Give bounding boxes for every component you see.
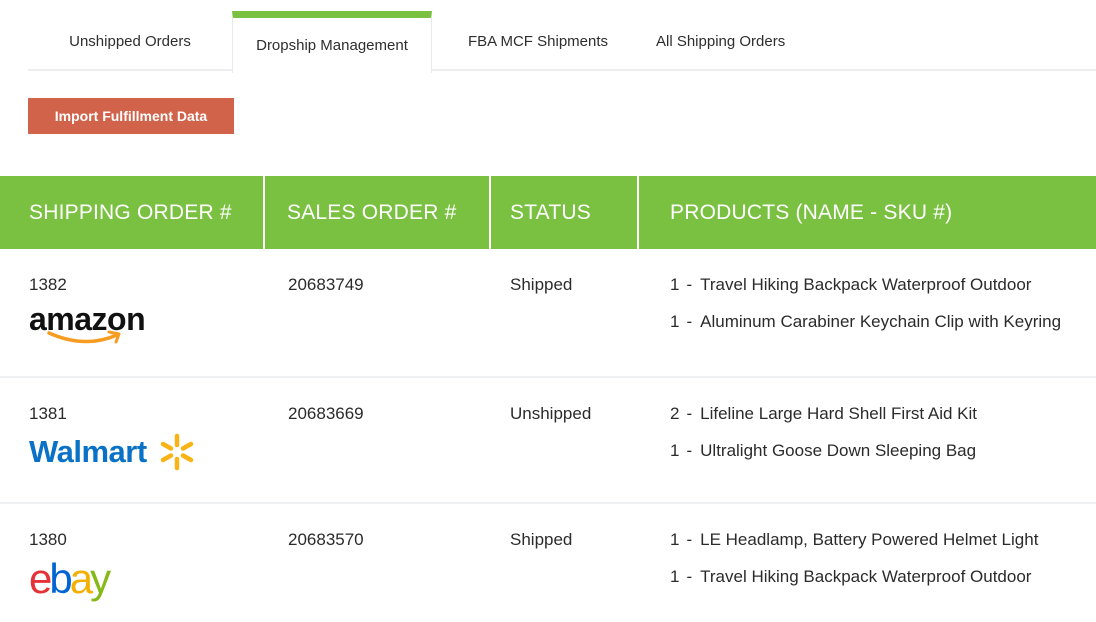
tab-dropship-management[interactable]: Dropship Management	[232, 11, 432, 73]
product-name: Aluminum Carabiner Keychain Clip with Ke…	[700, 312, 1062, 331]
ebay-letter-a: a	[69, 555, 93, 602]
tab-all-shipping-orders[interactable]: All Shipping Orders	[638, 11, 818, 71]
column-header-products[interactable]: PRODUCTS (NAME - SKU #)	[639, 176, 1096, 249]
tab-bar: Unshipped Orders Dropship Management FBA…	[28, 11, 1096, 73]
tab-label: All Shipping Orders	[656, 32, 786, 50]
walmart-spark-icon	[160, 433, 193, 471]
product-line: 1- Travel Hiking Backpack Waterproof Outd…	[670, 275, 1096, 312]
column-header-shipping-order[interactable]: SHIPPING ORDER #	[0, 176, 265, 249]
sales-order-number: 20683749	[288, 275, 364, 294]
product-line: 1- Ultralight Goose Down Sleeping Bag	[670, 441, 1096, 478]
product-qty: 1	[670, 441, 680, 460]
product-qty: 1	[670, 530, 680, 549]
tab-label: FBA MCF Shipments	[467, 32, 609, 50]
product-name: Travel Hiking Backpack Waterproof Outdoo…	[700, 567, 1032, 586]
walmart-wordmark: Walmart	[29, 434, 147, 469]
amazon-smile-icon	[47, 330, 121, 344]
product-name: Lifeline Large Hard Shell First Aid Kit	[700, 404, 977, 423]
sales-order-number: 20683570	[288, 530, 364, 549]
amazon-logo: amazon	[29, 301, 146, 344]
product-line: 2- Lifeline Large Hard Shell First Aid Ki…	[670, 404, 1096, 441]
product-qty: 1	[670, 567, 680, 586]
ebay-logo: ebay	[29, 555, 111, 602]
sales-order-number: 20683669	[288, 404, 364, 423]
product-qty: 1	[670, 312, 680, 331]
table-row[interactable]: 1382 amazon 20683749 Shipped 1- Travel Hi…	[0, 249, 1096, 378]
table-header: SHIPPING ORDER # SALES ORDER # STATUS PR…	[0, 176, 1096, 249]
shipping-order-number: 1381	[29, 404, 67, 423]
products-list: 2- Lifeline Large Hard Shell First Aid Ki…	[670, 404, 1096, 478]
table-row[interactable]: 1380 ebay 20683570 Shipped 1- LE Headlamp…	[0, 504, 1096, 622]
product-line: 1- Travel Hiking Backpack Waterproof Outd…	[670, 567, 1096, 604]
tab-label: Unshipped Orders	[69, 32, 191, 50]
separator: -	[686, 567, 693, 586]
table-row[interactable]: 1381 Walmart 20683669 Unshipped 2- Lifeli…	[0, 378, 1096, 504]
status-text: Unshipped	[510, 404, 592, 423]
tab-label: Dropship Management	[256, 37, 408, 54]
status-text: Shipped	[510, 530, 573, 549]
tab-unshipped-orders[interactable]: Unshipped Orders	[28, 11, 232, 71]
column-header-label: SALES ORDER #	[287, 200, 457, 224]
walmart-logo: Walmart	[29, 432, 197, 472]
separator: -	[686, 404, 693, 423]
column-header-status[interactable]: STATUS	[491, 176, 639, 249]
product-qty: 1	[670, 275, 680, 294]
ebay-letter-e: e	[29, 555, 52, 602]
import-fulfillment-data-button[interactable]: Import Fulfillment Data	[28, 98, 234, 134]
product-qty: 2	[670, 404, 680, 423]
separator: -	[686, 312, 693, 331]
separator: -	[686, 441, 693, 460]
column-header-label: PRODUCTS (NAME - SKU #)	[670, 200, 953, 224]
column-header-label: SHIPPING ORDER #	[29, 200, 232, 224]
product-line: 1- LE Headlamp, Battery Powered Helmet Li…	[670, 530, 1096, 567]
separator: -	[686, 275, 693, 294]
product-name: LE Headlamp, Battery Powered Helmet Ligh…	[700, 530, 1039, 549]
column-header-sales-order[interactable]: SALES ORDER #	[265, 176, 491, 249]
column-header-label: STATUS	[510, 200, 591, 224]
status-text: Shipped	[510, 275, 573, 294]
shipping-order-number: 1380	[29, 530, 67, 549]
ebay-letter-y: y	[90, 555, 111, 602]
ebay-letter-b: b	[49, 555, 72, 602]
products-list: 1- Travel Hiking Backpack Waterproof Outd…	[670, 275, 1096, 349]
product-line: 1- Aluminum Carabiner Keychain Clip with …	[670, 312, 1096, 349]
shipping-order-number: 1382	[29, 275, 67, 294]
tab-fba-mcf-shipments[interactable]: FBA MCF Shipments	[438, 11, 638, 71]
product-name: Travel Hiking Backpack Waterproof Outdoo…	[700, 275, 1032, 294]
separator: -	[686, 530, 693, 549]
product-name: Ultralight Goose Down Sleeping Bag	[700, 441, 977, 460]
products-list: 1- LE Headlamp, Battery Powered Helmet Li…	[670, 530, 1096, 604]
